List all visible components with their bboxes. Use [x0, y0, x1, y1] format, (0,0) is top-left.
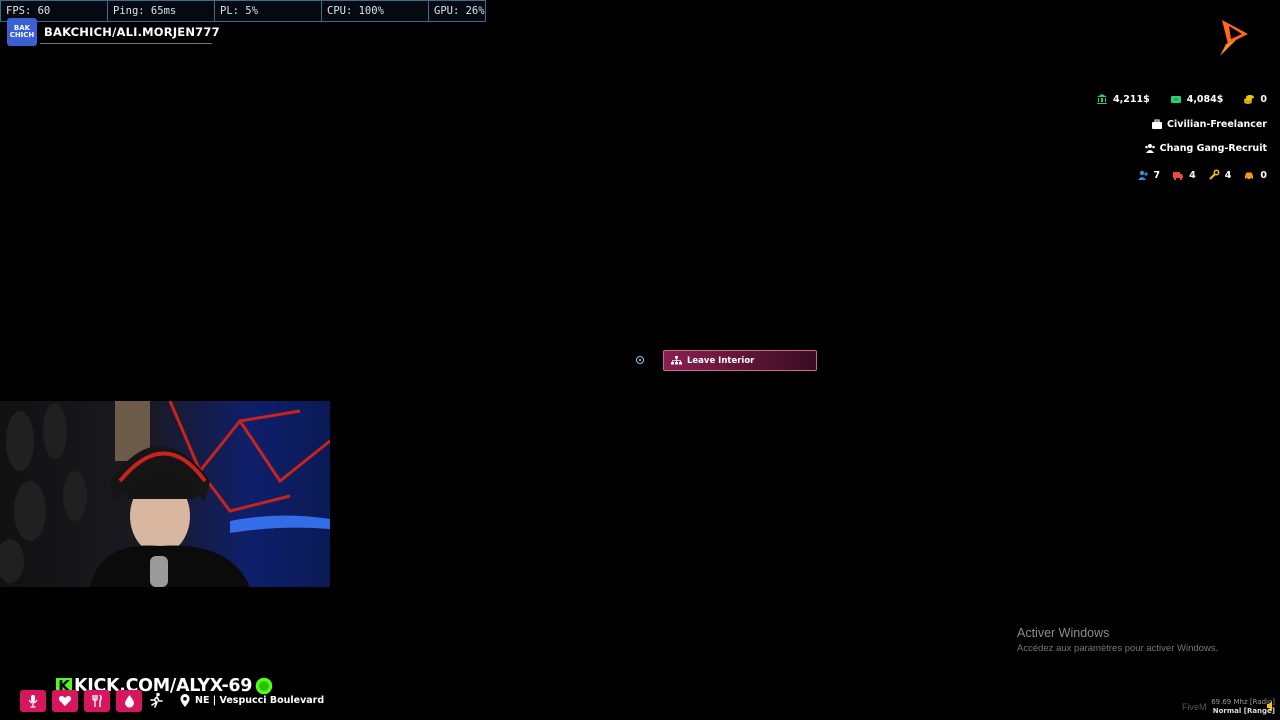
service-counts-row: 7 4 4 0	[1125, 169, 1267, 181]
bank-icon	[1097, 94, 1108, 104]
streamer-name: BAKCHICH/ALI.MORJEN777	[44, 25, 220, 39]
ambulance-icon	[1173, 172, 1184, 181]
coins-balance: 0	[1260, 93, 1267, 105]
hunger-status	[84, 690, 110, 712]
streamer-underline	[40, 43, 212, 44]
activate-windows-title: Activer Windows	[1017, 626, 1110, 640]
streamer-logo: BAK CHICH	[7, 18, 37, 46]
voice-status	[20, 690, 46, 712]
activate-windows-subtitle: Accédez aux paramètres pour activer Wind…	[1017, 643, 1219, 654]
health-status	[52, 690, 78, 712]
street-location: NE | Vespucci Boulevard	[195, 695, 325, 706]
cpu-readout: CPU: 100%	[322, 1, 429, 21]
job-row: Civilian-Freelancer	[1151, 118, 1267, 130]
cash-icon	[1170, 96, 1181, 103]
job-label: Civilian-Freelancer	[1167, 118, 1267, 130]
thirst-status	[116, 690, 142, 712]
car-icon	[1245, 172, 1254, 181]
gang-row: Chang Gang-Recruit	[1144, 142, 1267, 154]
briefcase-icon	[1152, 119, 1163, 129]
packet-loss-readout: PL: 5%	[215, 1, 322, 21]
gang-label: Chang Gang-Recruit	[1159, 142, 1267, 154]
taxi-count: 0	[1260, 169, 1267, 181]
users-icon	[1144, 144, 1155, 153]
money-row: 4,211$ 4,084$ 0	[1076, 93, 1267, 105]
speaker-icon	[1267, 701, 1272, 711]
mechanic-count: 4	[1224, 169, 1232, 181]
streamer-logo-bottom: CHICH	[9, 31, 35, 39]
ems-count: 4	[1189, 169, 1196, 181]
heart-icon	[58, 696, 72, 706]
ping-readout: Ping: 65ms	[108, 1, 215, 21]
coins-icon	[1244, 95, 1255, 104]
verified-badge-icon	[254, 676, 274, 696]
bank-balance: 4,211$	[1113, 93, 1150, 105]
sitemap-icon	[671, 356, 682, 365]
microphone-icon	[28, 695, 38, 708]
food-icon	[92, 694, 102, 707]
cash-balance: 4,084$	[1186, 93, 1224, 105]
players-count: 7	[1153, 169, 1161, 181]
target-eye-icon	[636, 356, 644, 364]
webcam-feed	[0, 401, 330, 587]
water-icon	[124, 695, 134, 708]
map-pin-icon	[180, 694, 190, 707]
leave-interior-button[interactable]: Leave Interior	[663, 350, 817, 371]
user-icon	[1137, 170, 1148, 180]
leave-interior-label: Leave Interior	[687, 355, 755, 366]
performance-overlay: FPS: 60 Ping: 65ms PL: 5% CPU: 100% GPU:…	[0, 0, 486, 22]
running-icon	[150, 692, 163, 708]
gpu-readout: GPU: 26%	[434, 5, 485, 17]
wrench-icon	[1209, 169, 1220, 180]
server-logo-icon	[1220, 20, 1248, 56]
fivem-watermark: FiveM	[1182, 702, 1207, 712]
